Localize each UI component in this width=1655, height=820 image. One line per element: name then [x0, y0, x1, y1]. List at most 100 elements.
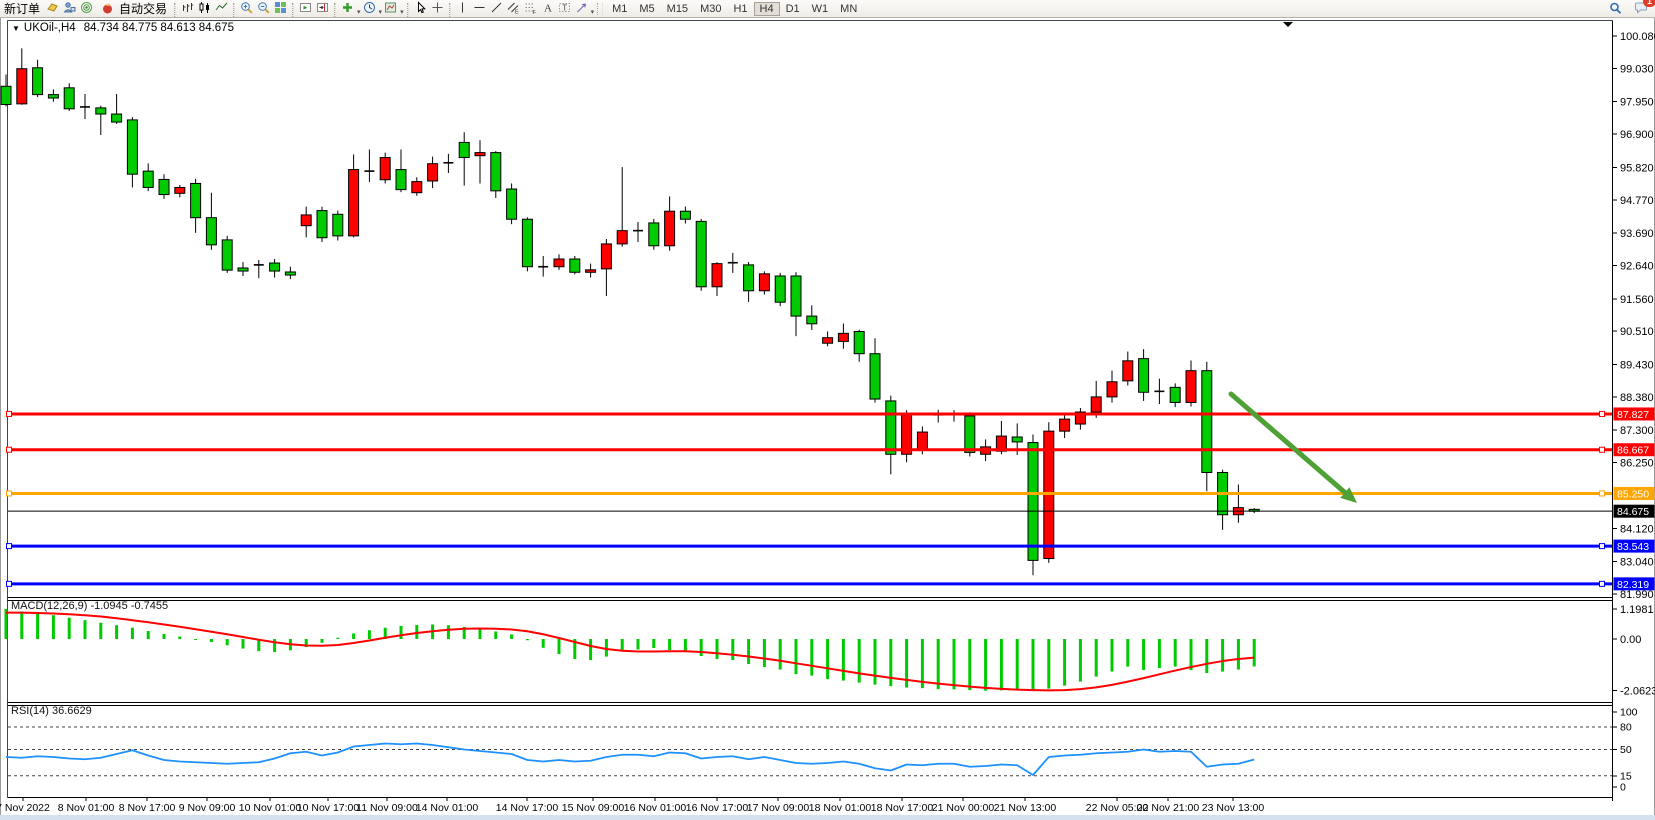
svg-text:87.827: 87.827 — [1617, 409, 1649, 421]
macd-bar — [20, 611, 23, 639]
svg-text:100: 100 — [1620, 707, 1638, 719]
candles-chart-icon[interactable] — [196, 0, 213, 15]
symbol-dropdown-icon[interactable]: ▼ — [12, 24, 20, 33]
candle-body — [712, 264, 722, 287]
timeframe-w1-button[interactable]: W1 — [806, 2, 835, 16]
macd-bar — [953, 639, 956, 689]
toolbar-grip — [334, 3, 336, 17]
templates-dropdown-icon[interactable]: ▾ — [400, 9, 404, 16]
arrange-windows-icon[interactable] — [297, 0, 314, 15]
profile-icon[interactable] — [61, 0, 78, 15]
shapes-dropdown-icon[interactable]: ▾ — [591, 9, 595, 16]
line-chart-icon[interactable] — [213, 0, 230, 15]
macd-bar — [194, 639, 197, 640]
candle-body — [428, 164, 438, 181]
svg-text:17 Nov 09:00: 17 Nov 09:00 — [747, 802, 810, 814]
shift-end-marker[interactable] — [1283, 22, 1293, 27]
candle-body — [1028, 443, 1038, 561]
new-order-button[interactable]: 新订单 — [0, 1, 44, 17]
favorites-icon[interactable] — [44, 0, 61, 15]
candle-body — [1012, 437, 1022, 442]
svg-text:50: 50 — [1620, 744, 1632, 756]
timeframe-h4-button[interactable]: H4 — [754, 2, 780, 16]
macd-bar — [1079, 639, 1082, 682]
cursor-icon[interactable] — [412, 0, 429, 15]
candle-body — [570, 259, 580, 272]
svg-text:A: A — [544, 3, 552, 15]
macd-bar — [1190, 639, 1193, 670]
toolbar-grip — [233, 3, 235, 17]
svg-text:86.250: 86.250 — [1620, 458, 1654, 470]
macd-bar — [336, 638, 339, 639]
shift-chart-icon[interactable] — [314, 0, 331, 15]
candle-body — [791, 276, 801, 316]
macd-bar — [1221, 639, 1224, 672]
macd-bar — [1253, 639, 1256, 666]
fibonacci-icon[interactable]: F — [522, 0, 539, 15]
channel-icon[interactable]: E — [505, 0, 522, 15]
timeframe-m1-button[interactable]: M1 — [606, 2, 633, 16]
tile-windows-icon[interactable] — [272, 0, 289, 15]
macd-bar — [1000, 639, 1003, 690]
macd-bar — [1142, 639, 1145, 670]
candle-body — [380, 158, 390, 180]
search-icon[interactable] — [1607, 1, 1624, 16]
timeframe-m30-button[interactable]: M30 — [694, 2, 727, 16]
macd-bar — [874, 639, 877, 685]
svg-text:18 Nov 01:00: 18 Nov 01:00 — [809, 802, 872, 814]
macd-bar — [84, 620, 87, 639]
timeframe-mn-button[interactable]: MN — [834, 2, 863, 16]
timeframe-h1-button[interactable]: H1 — [727, 2, 753, 16]
time-axis: 7 Nov 20228 Nov 01:008 Nov 17:009 Nov 09… — [0, 798, 1264, 815]
timeframe-d1-button[interactable]: D1 — [780, 2, 806, 16]
macd-bar — [400, 626, 403, 639]
svg-text:14 Nov 17:00: 14 Nov 17:00 — [496, 802, 559, 814]
timeframe-m5-button[interactable]: M5 — [633, 2, 660, 16]
vertical-line-icon[interactable] — [454, 0, 471, 15]
trendline-icon[interactable] — [488, 0, 505, 15]
svg-text:87.300: 87.300 — [1620, 425, 1654, 437]
periods-icon[interactable] — [361, 0, 378, 15]
notifications-button[interactable]: 1 — [1632, 0, 1649, 17]
horizontal-line-icon[interactable] — [471, 0, 488, 15]
svg-text:82.319: 82.319 — [1617, 579, 1649, 591]
svg-text:93.690: 93.690 — [1620, 228, 1654, 240]
candle-body — [1091, 397, 1101, 412]
text-icon[interactable]: A — [539, 0, 556, 15]
candle-body — [1186, 371, 1196, 403]
macd-bar — [842, 639, 845, 681]
macd-bar — [1095, 639, 1098, 677]
timeframe-m15-button[interactable]: M15 — [661, 2, 694, 16]
macd-bar — [352, 633, 355, 639]
macd-bar — [242, 639, 245, 649]
bars-chart-icon[interactable] — [179, 0, 196, 15]
macd-bar — [1205, 639, 1208, 673]
macd-bar — [52, 615, 55, 639]
candle-body — [333, 214, 343, 236]
macd-bar — [163, 634, 166, 639]
signals-icon[interactable] — [78, 0, 95, 15]
indicators-add-icon[interactable] — [339, 0, 356, 15]
candle-body — [127, 120, 137, 174]
macd-bar — [510, 634, 513, 639]
candle-body — [1202, 371, 1212, 473]
templates-icon[interactable] — [382, 0, 399, 15]
macd-bar — [826, 639, 829, 679]
candle-body — [680, 211, 690, 219]
svg-text:21 Nov 00:00: 21 Nov 00:00 — [932, 802, 995, 814]
svg-text:85.250: 85.250 — [1617, 488, 1649, 500]
toolbar: 新订单 自动交易 ▾▾▾EFAT▾ M1M5M15M30H1H4D1W1MN 1 — [0, 0, 1655, 18]
shapes-icon[interactable] — [573, 0, 590, 15]
autotrading-button[interactable]: 自动交易 — [95, 1, 171, 17]
text-label-icon[interactable]: T — [556, 0, 573, 15]
candle-body — [1107, 382, 1117, 397]
zoom-out-icon[interactable] — [255, 0, 272, 15]
zoom-in-icon[interactable] — [238, 0, 255, 15]
candle-body — [96, 108, 106, 114]
chart-canvas[interactable]: 100.08099.03097.95096.90095.82094.77093.… — [0, 0, 1655, 820]
crosshair-icon[interactable] — [429, 0, 446, 15]
svg-text:100.080: 100.080 — [1620, 31, 1655, 43]
macd-signal-line — [6, 613, 1254, 691]
notification-badge: 1 — [1643, 0, 1655, 7]
candle-body — [507, 189, 517, 219]
